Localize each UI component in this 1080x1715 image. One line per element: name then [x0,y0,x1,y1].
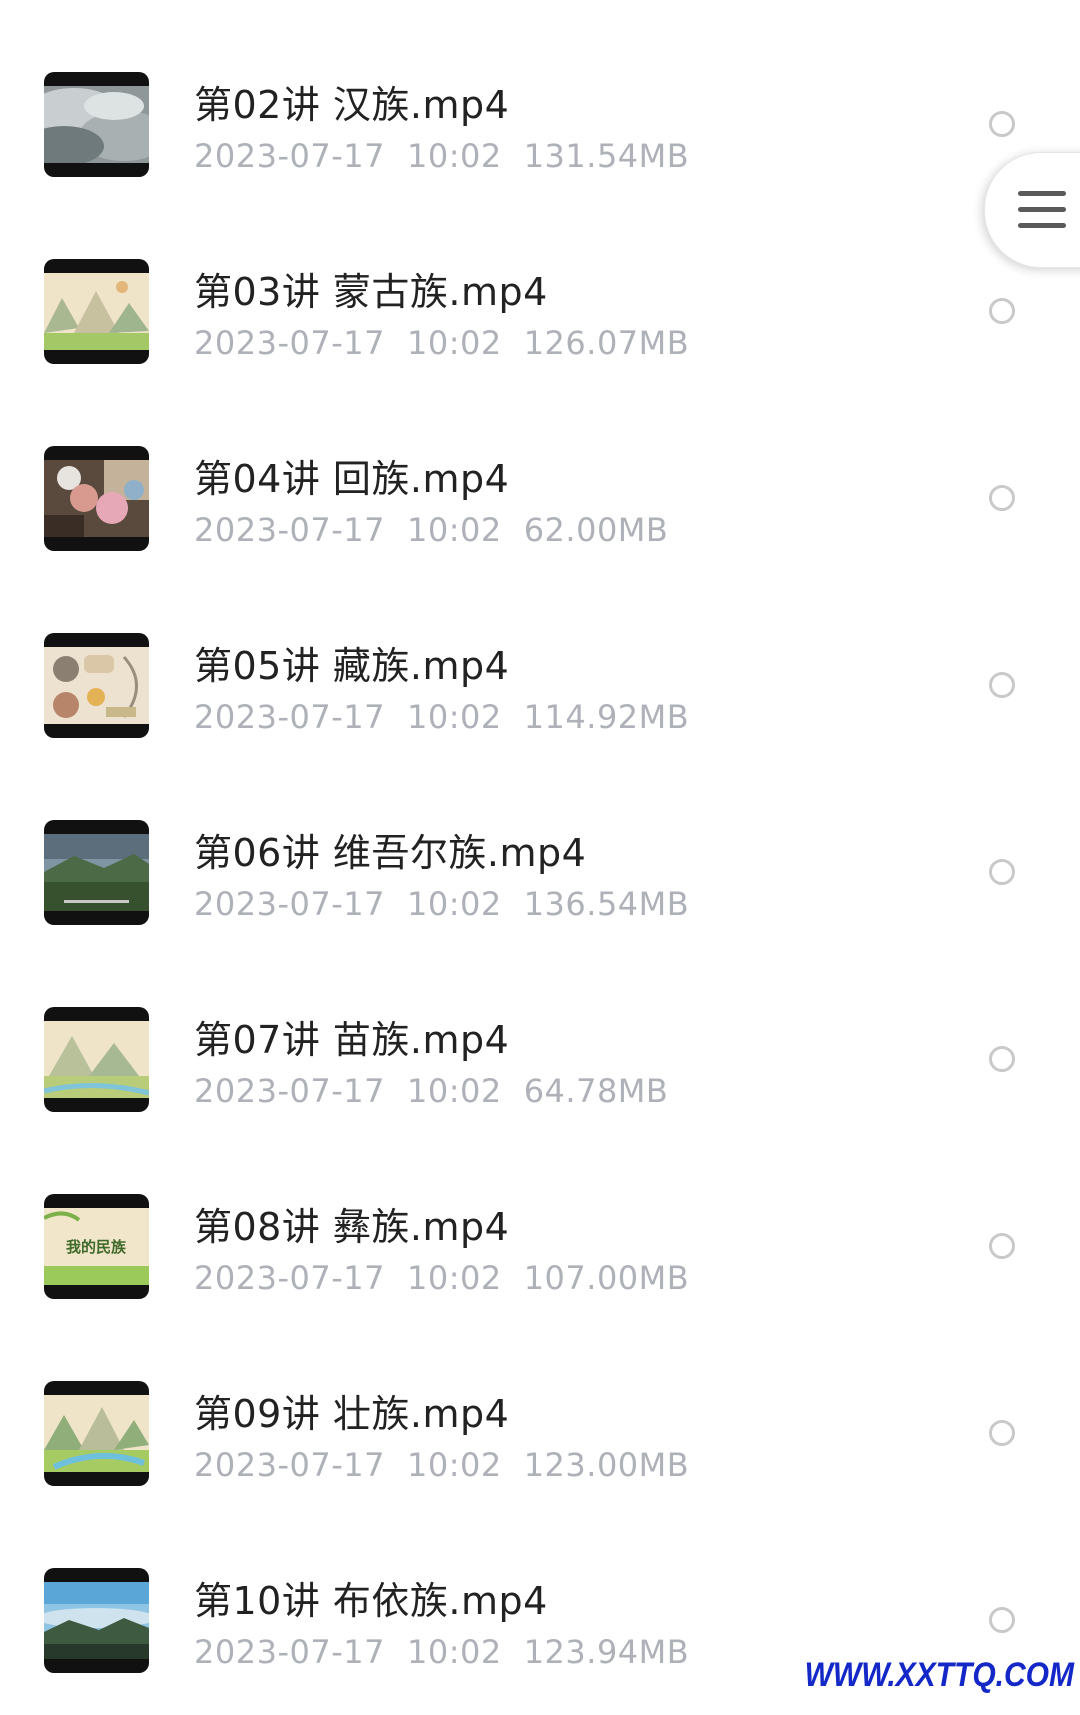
video-thumbnail[interactable] [44,1381,149,1486]
file-size: 126.07MB [523,324,690,362]
file-meta: 2023-07-17 10:02 114.92MB [194,698,689,736]
file-time: 10:02 [406,137,502,175]
file-date: 2023-07-17 [194,885,385,923]
file-time: 10:02 [406,698,502,736]
list-item[interactable]: 第09讲 壮族.mp4 2023-07-17 10:02 123.00MB [0,1341,1080,1528]
file-title: 第07讲 苗族.mp4 [194,1018,510,1062]
file-date: 2023-07-17 [194,1259,385,1297]
file-size: 64.78MB [523,1072,669,1110]
video-thumbnail[interactable] [44,633,149,738]
file-title: 第03讲 蒙古族.mp4 [194,270,548,314]
file-time: 10:02 [406,885,502,923]
cartoon-collage-thumbnail-icon [44,647,149,724]
file-title: 第04讲 回族.mp4 [194,457,510,501]
file-meta: 2023-07-17 10:02 123.00MB [194,1446,689,1484]
video-thumbnail[interactable]: 我的民族 [44,1194,149,1299]
video-thumbnail[interactable] [44,1007,149,1112]
select-radio[interactable] [989,1607,1015,1633]
file-size: 114.92MB [523,698,690,736]
misty-forest-thumbnail-icon [44,1582,149,1659]
file-size: 107.00MB [523,1259,690,1297]
select-radio[interactable] [989,859,1015,885]
people-photo-thumbnail-icon [44,460,149,537]
list-item[interactable]: 第06讲 维吾尔族.mp4 2023-07-17 10:02 136.54MB [0,780,1080,967]
select-radio[interactable] [989,672,1015,698]
video-thumbnail[interactable] [44,1568,149,1673]
cartoon-landscape-thumbnail-icon [44,1395,149,1472]
file-date: 2023-07-17 [194,137,385,175]
file-time: 10:02 [406,511,502,549]
file-date: 2023-07-17 [194,698,385,736]
file-title: 第09讲 壮族.mp4 [194,1392,510,1436]
file-size: 136.54MB [523,885,690,923]
list-item[interactable]: 我的民族 第08讲 彝族.mp4 2023-07-17 10:02 107.00MB [0,1154,1080,1341]
file-date: 2023-07-17 [194,511,385,549]
video-thumbnail[interactable] [44,446,149,551]
select-radio[interactable] [989,485,1015,511]
file-size: 123.94MB [523,1633,690,1671]
file-time: 10:02 [406,1259,502,1297]
file-title: 第05讲 藏族.mp4 [194,644,510,688]
file-date: 2023-07-17 [194,324,385,362]
file-size: 62.00MB [523,511,669,549]
file-meta: 2023-07-17 10:02 126.07MB [194,324,689,362]
valley-landscape-thumbnail-icon [44,834,149,911]
list-item[interactable]: 第03讲 蒙古族.mp4 2023-07-17 10:02 126.07MB [0,219,1080,406]
file-meta: 2023-07-17 10:02 62.00MB [194,511,668,549]
file-title: 第02讲 汉族.mp4 [194,83,510,127]
file-title: 第08讲 彝族.mp4 [194,1205,510,1249]
file-meta: 2023-07-17 10:02 123.94MB [194,1633,689,1671]
title-card-thumbnail-icon: 我的民族 [44,1208,149,1285]
list-item[interactable]: 第04讲 回族.mp4 2023-07-17 10:02 62.00MB [0,406,1080,593]
file-title: 第10讲 布依族.mp4 [194,1579,548,1623]
file-meta: 2023-07-17 10:02 136.54MB [194,885,689,923]
select-radio[interactable] [989,111,1015,137]
video-thumbnail[interactable] [44,820,149,925]
file-date: 2023-07-17 [194,1633,385,1671]
select-radio[interactable] [989,298,1015,324]
file-meta: 2023-07-17 10:02 64.78MB [194,1072,668,1110]
select-radio[interactable] [989,1420,1015,1446]
file-meta: 2023-07-17 10:02 131.54MB [194,137,689,175]
list-item[interactable]: 第05讲 藏族.mp4 2023-07-17 10:02 114.92MB [0,593,1080,780]
select-radio[interactable] [989,1046,1015,1072]
cartoon-landscape-thumbnail-icon [44,273,149,350]
video-thumbnail[interactable] [44,72,149,177]
file-time: 10:02 [406,1446,502,1484]
cartoon-landscape-thumbnail-icon [44,1021,149,1098]
file-date: 2023-07-17 [194,1072,385,1110]
file-time: 10:02 [406,1072,502,1110]
misty-mountain-thumbnail-icon [44,86,149,163]
file-size: 131.54MB [523,137,690,175]
file-meta: 2023-07-17 10:02 107.00MB [194,1259,689,1297]
file-date: 2023-07-17 [194,1446,385,1484]
thumb-text: 我的民族 [66,1238,127,1256]
watermark: WWW.XXTTQ.COM [804,1655,1074,1694]
file-time: 10:02 [406,1633,502,1671]
file-time: 10:02 [406,324,502,362]
list-item[interactable]: 第07讲 苗族.mp4 2023-07-17 10:02 64.78MB [0,967,1080,1154]
select-radio[interactable] [989,1233,1015,1259]
list-item[interactable]: 第02讲 汉族.mp4 2023-07-17 10:02 131.54MB [0,32,1080,219]
video-thumbnail[interactable] [44,259,149,364]
file-title: 第06讲 维吾尔族.mp4 [194,831,587,875]
file-size: 123.00MB [523,1446,690,1484]
